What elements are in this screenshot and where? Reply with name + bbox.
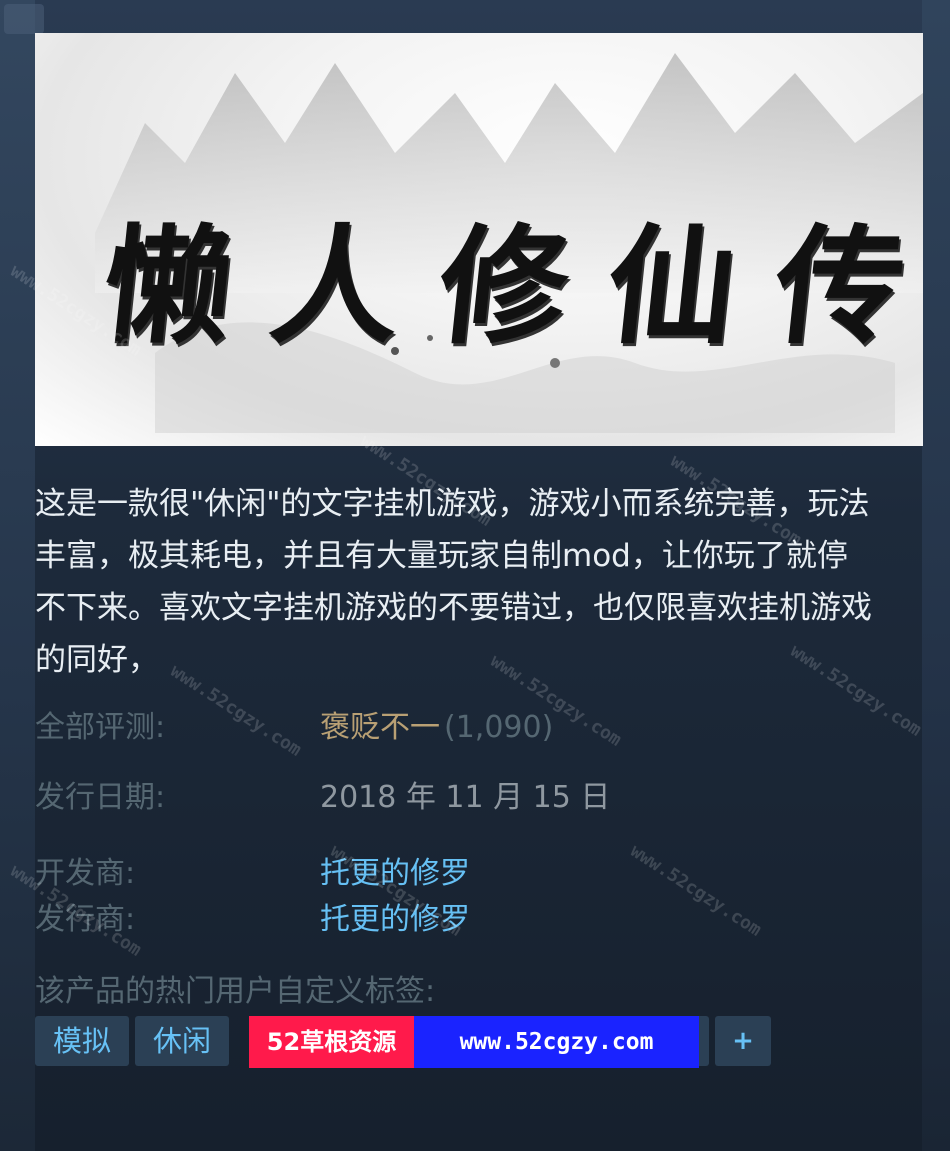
title-char: 人 <box>263 212 408 362</box>
release-date-label: 发行日期: <box>35 780 166 815</box>
review-summary[interactable]: 褒贬不一 <box>320 710 440 745</box>
game-header-image[interactable]: 懒 人 修 仙 传 <box>35 33 923 446</box>
game-title-art: 懒 人 修 仙 传 <box>96 183 912 368</box>
tag-partial[interactable] <box>699 1016 709 1066</box>
tag-simulation[interactable]: 模拟 <box>35 1016 130 1066</box>
release-date-value: 2018 年 11 月 15 日 <box>320 780 611 815</box>
tags-list: 模拟 休闲 <box>35 1016 230 1066</box>
watermark-banner-red: 52草根资源 <box>249 1016 414 1068</box>
tag-casual[interactable]: 休闲 <box>135 1016 230 1066</box>
reviews-value[interactable]: 褒贬不一 (1,090) <box>320 702 553 746</box>
watermark-banner-blue: www.52cgzy.com <box>414 1016 699 1068</box>
tags-label: 该产品的热门用户自定义标签: <box>35 974 436 1009</box>
corner-icon <box>4 4 44 34</box>
title-char: 传 <box>767 212 912 362</box>
reviews-label: 全部评测: <box>35 710 166 745</box>
background-left <box>0 0 35 1151</box>
review-count: (1,090) <box>444 710 554 745</box>
title-char: 修 <box>431 212 576 362</box>
background-right <box>922 0 950 1151</box>
watermark-text: www.52cgzy.com <box>626 840 766 941</box>
add-tag-button[interactable]: + <box>715 1016 771 1066</box>
title-char: 仙 <box>599 212 744 362</box>
